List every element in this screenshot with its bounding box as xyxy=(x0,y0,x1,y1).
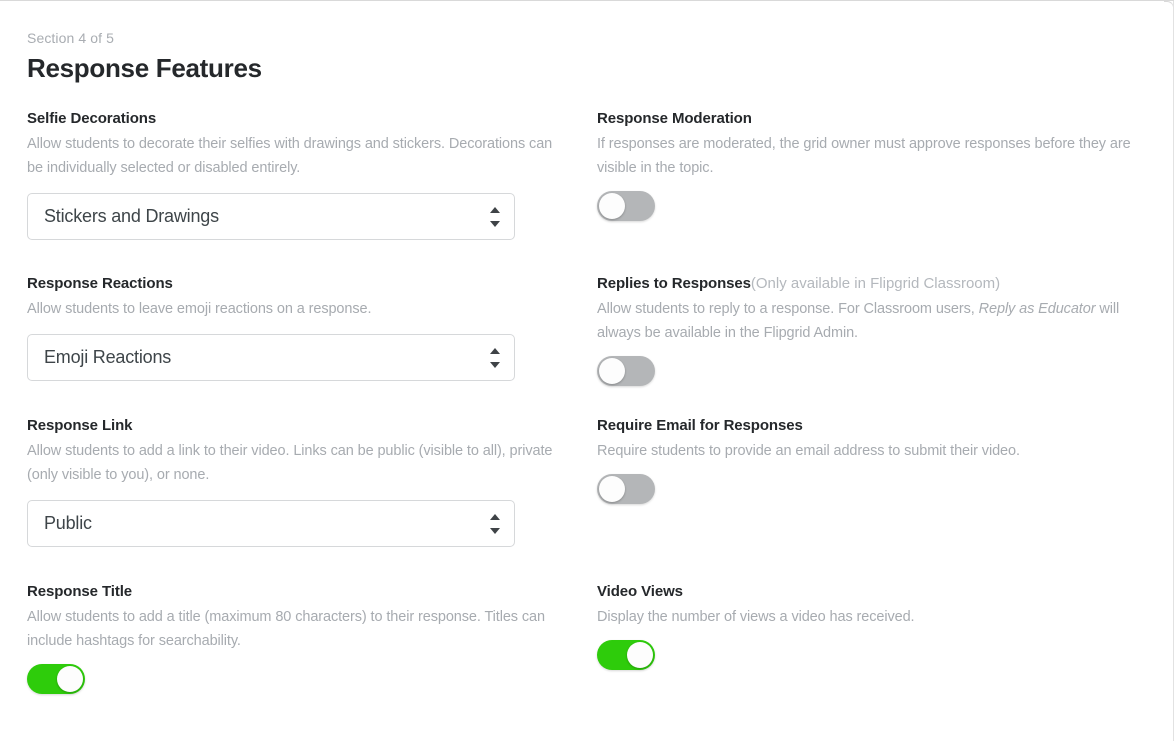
field-description: Allow students to decorate their selfies… xyxy=(27,136,553,176)
field-description: Allow students to add a link to their vi… xyxy=(27,443,553,483)
response-moderation-toggle[interactable] xyxy=(597,191,655,221)
field-description: Allow students to add a title (maximum 8… xyxy=(27,609,545,649)
replies-to-responses-toggle[interactable] xyxy=(597,356,655,386)
field-description: If responses are moderated, the grid own… xyxy=(597,136,1131,176)
field-description: Display the number of views a video has … xyxy=(597,609,915,625)
field-title: Video Views xyxy=(597,583,683,600)
selfie-decorations-select[interactable]: Stickers and Drawings xyxy=(27,193,515,240)
field-response-moderation: Response Moderation If responses are mod… xyxy=(597,109,1142,221)
field-description: Require students to provide an email add… xyxy=(597,443,1020,459)
response-title-toggle[interactable] xyxy=(27,664,85,694)
settings-row: Response Title Allow students to add a t… xyxy=(0,582,1174,702)
field-response-link: Response Link Allow students to add a li… xyxy=(27,416,557,547)
toggle-knob xyxy=(599,476,625,502)
field-video-views: Video Views Display the number of views … xyxy=(597,582,1142,670)
chevron-updown-icon xyxy=(490,513,501,534)
toggle-knob xyxy=(627,642,653,668)
chevron-updown-icon xyxy=(490,206,501,227)
field-require-email: Require Email for Responses Require stud… xyxy=(597,416,1142,504)
field-title-text: Replies to Responses xyxy=(597,275,751,292)
field-response-reactions: Response Reactions Allow students to lea… xyxy=(27,274,557,381)
field-title: Response Title xyxy=(27,583,133,600)
field-title: Response Moderation xyxy=(597,110,752,127)
field-selfie-decorations: Selfie Decorations Allow students to dec… xyxy=(27,109,557,240)
toggle-knob xyxy=(599,193,625,219)
field-title: Response Reactions xyxy=(27,275,173,292)
field-response-title: Response Title Allow students to add a t… xyxy=(27,582,557,694)
field-title: Replies to Responses(Only available in F… xyxy=(597,274,1142,294)
toggle-knob xyxy=(57,666,83,692)
chevron-updown-icon xyxy=(490,347,501,368)
field-replies-to-responses: Replies to Responses(Only available in F… xyxy=(597,274,1142,386)
settings-row: Response Link Allow students to add a li… xyxy=(0,416,1174,582)
toggle-knob xyxy=(599,358,625,384)
select-value: Emoji Reactions xyxy=(44,347,172,367)
settings-row: Response Reactions Allow students to lea… xyxy=(0,274,1174,416)
select-value: Public xyxy=(44,513,92,533)
field-title: Require Email for Responses xyxy=(597,417,803,434)
field-description-emphasis: Reply as Educator xyxy=(978,301,1096,317)
field-title: Response Link xyxy=(27,417,133,434)
field-title: Selfie Decorations xyxy=(27,110,157,127)
field-description: Allow students to reply to a response. F… xyxy=(597,297,1142,345)
response-link-select[interactable]: Public xyxy=(27,500,515,547)
settings-row: Selfie Decorations Allow students to dec… xyxy=(0,109,1174,274)
page-title: Response Features xyxy=(27,53,262,83)
require-email-toggle[interactable] xyxy=(597,474,655,504)
response-reactions-select[interactable]: Emoji Reactions xyxy=(27,334,515,381)
video-views-toggle[interactable] xyxy=(597,640,655,670)
settings-page: Section 4 of 5 Response Features Selfie … xyxy=(0,0,1174,741)
field-title-note: (Only available in Flipgrid Classroom) xyxy=(750,275,1001,292)
settings-grid: Selfie Decorations Allow students to dec… xyxy=(0,109,1174,702)
section-progress-label: Section 4 of 5 xyxy=(27,30,115,46)
field-description: Allow students to leave emoji reactions … xyxy=(27,301,372,317)
field-description-part1: Allow students to reply to a response. F… xyxy=(597,301,979,317)
select-value: Stickers and Drawings xyxy=(44,206,219,226)
page-header: Section 4 of 5 Response Features xyxy=(27,29,262,84)
